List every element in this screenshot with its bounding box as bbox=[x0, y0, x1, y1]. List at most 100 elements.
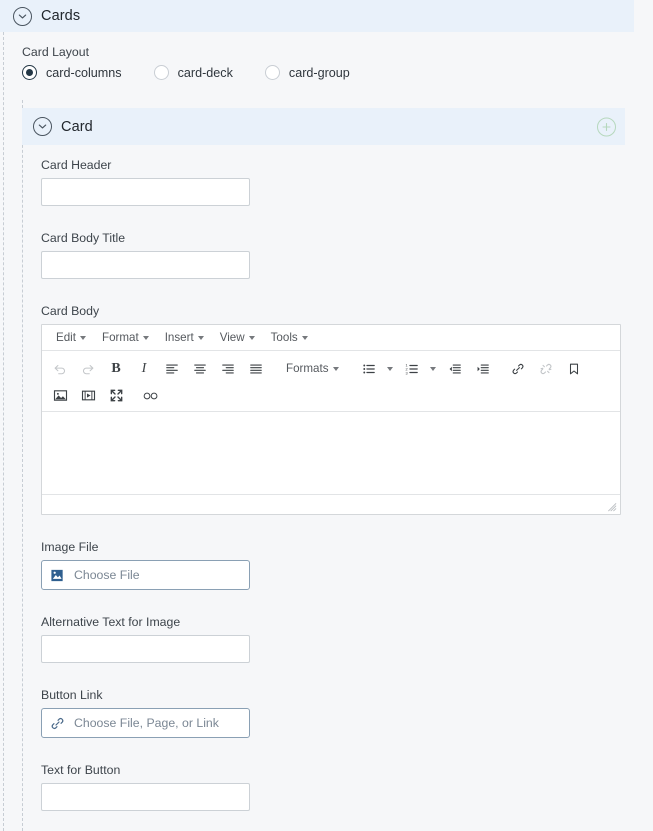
card-layout-group: Card Layout card-columns card-deck card-… bbox=[22, 44, 622, 80]
card-subsection-title: Card bbox=[61, 118, 93, 135]
align-right-icon[interactable] bbox=[215, 357, 241, 381]
anchor-icon[interactable] bbox=[561, 357, 587, 381]
button-text-input[interactable] bbox=[41, 783, 250, 811]
align-justify-icon[interactable] bbox=[243, 357, 269, 381]
chevron-down-icon bbox=[142, 335, 149, 340]
outer-region-rail bbox=[3, 32, 4, 831]
align-left-icon[interactable] bbox=[159, 357, 185, 381]
card-subsection-header[interactable]: Card bbox=[22, 108, 625, 145]
card-body-label: Card Body bbox=[41, 304, 100, 318]
card-header-input[interactable] bbox=[41, 178, 250, 206]
card-fields: Card Header Card Body Title Card Body Ed… bbox=[41, 157, 621, 811]
button-link-chooser-button[interactable]: Choose File, Page, or Link bbox=[41, 708, 250, 738]
editor-toolbar-row-2 bbox=[46, 382, 616, 409]
outdent-icon[interactable] bbox=[442, 357, 468, 381]
editor-toolbar: B I Formats 1 2 3 bbox=[42, 351, 620, 412]
editor-status-bar bbox=[42, 494, 620, 514]
radio-label-card-group: card-group bbox=[288, 65, 350, 80]
formats-menu-label: Formats bbox=[286, 362, 329, 375]
menu-tools[interactable]: Tools bbox=[263, 328, 316, 348]
rich-text-editor[interactable]: Edit Format Insert View Tools B I Format… bbox=[41, 324, 621, 515]
card-body-title-group: Card Body Title bbox=[41, 230, 621, 279]
italic-icon[interactable]: I bbox=[131, 357, 157, 381]
card-layout-radio-row: card-columns card-deck card-group bbox=[22, 65, 622, 80]
editor-content-area[interactable] bbox=[42, 412, 620, 494]
cards-section-header[interactable]: Cards bbox=[0, 0, 634, 32]
button-link-chooser-text: Choose File, Page, or Link bbox=[74, 716, 219, 730]
image-file-label: Image File bbox=[41, 540, 99, 554]
card-header-group: Card Header bbox=[41, 157, 621, 206]
alt-text-group: Alternative Text for Image bbox=[41, 614, 621, 663]
button-text-label: Text for Button bbox=[41, 763, 121, 777]
radio-card-columns[interactable]: card-columns bbox=[22, 65, 122, 80]
image-file-group: Image File Choose File bbox=[41, 539, 621, 590]
menu-tools-label: Tools bbox=[270, 331, 298, 344]
cards-section-title: Cards bbox=[41, 8, 81, 24]
radio-card-group[interactable]: card-group bbox=[264, 65, 350, 80]
chevron-down-icon bbox=[387, 366, 394, 371]
button-link-label: Button Link bbox=[41, 688, 103, 702]
insert-image-icon[interactable] bbox=[47, 384, 73, 408]
chevron-down-icon bbox=[197, 335, 204, 340]
bullet-list-dropdown[interactable] bbox=[383, 357, 398, 381]
menu-view[interactable]: View bbox=[212, 328, 263, 348]
menu-format[interactable]: Format bbox=[94, 328, 157, 348]
italic-icon-label: I bbox=[141, 360, 147, 376]
formats-menu-button[interactable]: Formats bbox=[280, 357, 345, 381]
menu-edit[interactable]: Edit bbox=[48, 328, 94, 348]
numbered-list-dropdown[interactable] bbox=[426, 357, 441, 381]
chevron-down-icon bbox=[430, 366, 437, 371]
button-text-group: Text for Button bbox=[41, 762, 621, 811]
menu-format-label: Format bbox=[101, 331, 139, 344]
image-file-chooser-text: Choose File bbox=[74, 568, 140, 582]
chevron-down-icon[interactable] bbox=[33, 117, 52, 136]
menu-insert[interactable]: Insert bbox=[157, 328, 212, 348]
insert-media-icon[interactable] bbox=[75, 384, 101, 408]
card-body-title-input[interactable] bbox=[41, 251, 250, 279]
menu-insert-label: Insert bbox=[164, 331, 194, 344]
radio-card-deck[interactable]: card-deck bbox=[153, 65, 233, 80]
inner-region-rail bbox=[22, 100, 23, 831]
menu-view-label: View bbox=[219, 331, 245, 344]
alt-text-label: Alternative Text for Image bbox=[41, 615, 181, 629]
radio-indicator-card-group[interactable] bbox=[264, 65, 280, 80]
bold-icon[interactable]: B bbox=[103, 357, 129, 381]
resize-grip-icon[interactable] bbox=[608, 503, 617, 512]
radio-label-card-deck: card-deck bbox=[177, 65, 233, 80]
card-body-title-label: Card Body Title bbox=[41, 231, 126, 245]
radio-indicator-card-deck[interactable] bbox=[153, 65, 169, 80]
radio-label-card-columns: card-columns bbox=[46, 65, 122, 80]
button-link-group: Button Link Choose File, Page, or Link bbox=[41, 687, 621, 738]
redo-icon[interactable] bbox=[75, 357, 101, 381]
undo-icon[interactable] bbox=[47, 357, 73, 381]
chevron-down-icon bbox=[301, 335, 308, 340]
link-icon bbox=[50, 716, 65, 731]
card-body-group: Card Body Edit Format Insert View Tools … bbox=[41, 303, 621, 515]
align-center-icon[interactable] bbox=[187, 357, 213, 381]
image-file-icon bbox=[50, 568, 65, 583]
unlink-icon[interactable] bbox=[533, 357, 559, 381]
radio-indicator-card-columns[interactable] bbox=[22, 65, 37, 80]
bold-icon-label: B bbox=[111, 360, 121, 376]
special-character-icon[interactable] bbox=[138, 384, 164, 408]
chevron-down-icon[interactable] bbox=[13, 6, 32, 26]
numbered-list-icon[interactable]: 123 bbox=[399, 357, 425, 381]
fullscreen-icon[interactable] bbox=[103, 384, 129, 408]
plus-circle-icon[interactable] bbox=[597, 117, 616, 136]
editor-toolbar-row-1: B I Formats 1 2 3 bbox=[46, 355, 616, 382]
card-header-label: Card Header bbox=[41, 158, 112, 172]
image-file-chooser-button[interactable]: Choose File bbox=[41, 560, 250, 590]
bullet-list-icon[interactable] bbox=[356, 357, 382, 381]
menu-edit-label: Edit bbox=[56, 331, 76, 344]
link-icon[interactable] bbox=[505, 357, 531, 381]
editor-menubar: Edit Format Insert View Tools bbox=[42, 325, 620, 351]
chevron-down-icon bbox=[79, 335, 86, 340]
alt-text-input[interactable] bbox=[41, 635, 250, 663]
indent-icon[interactable] bbox=[470, 357, 496, 381]
